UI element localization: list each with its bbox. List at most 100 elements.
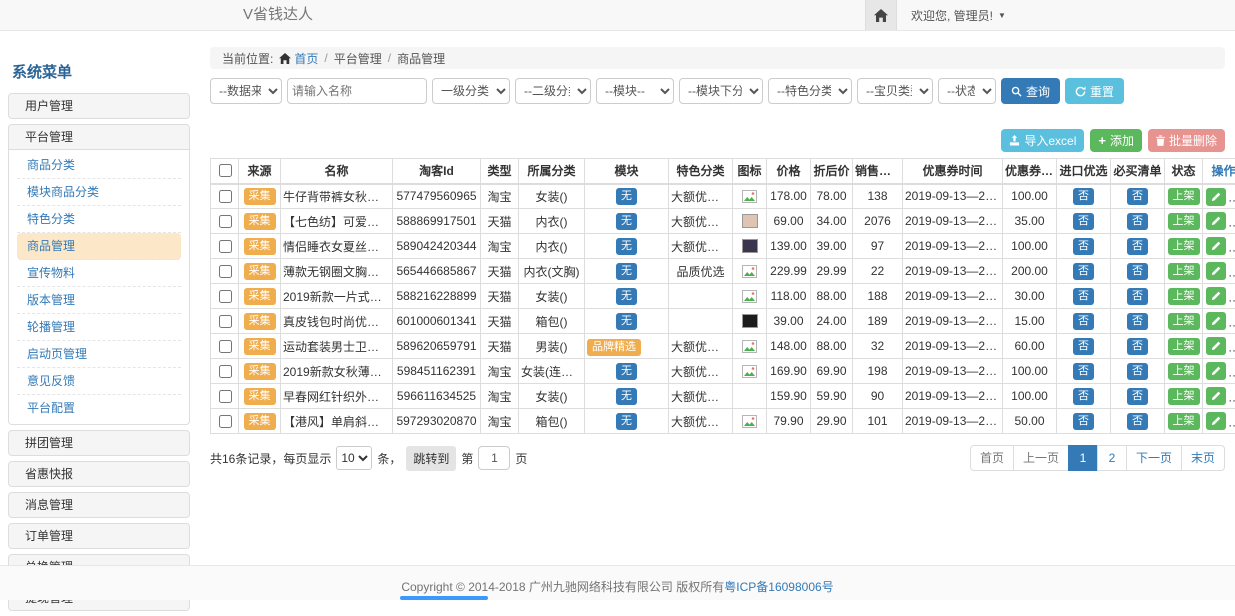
page-number-input[interactable]	[478, 446, 510, 470]
edit-button[interactable]	[1206, 287, 1226, 305]
level1-category-select[interactable]: 一级分类	[432, 78, 510, 104]
select-all-checkbox[interactable]	[219, 164, 232, 177]
sidebar-subitem[interactable]: 平台配置	[17, 395, 181, 422]
module-subcategory-select[interactable]: --模块下分类--	[679, 78, 763, 104]
sidebar-subitem-active[interactable]: 商品管理	[17, 233, 181, 260]
import-select-badge[interactable]: 否	[1073, 313, 1094, 330]
status-select[interactable]: --状态--	[938, 78, 996, 104]
must-buy-badge[interactable]: 否	[1127, 338, 1148, 355]
status-badge[interactable]: 上架	[1168, 263, 1200, 280]
sidebar-subitem[interactable]: 启动页管理	[17, 341, 181, 368]
row-checkbox[interactable]	[219, 290, 232, 303]
level2-category-select[interactable]: --二级分类--	[515, 78, 591, 104]
status-badge[interactable]: 上架	[1168, 363, 1200, 380]
sidebar-group-header[interactable]: 订单管理	[8, 523, 190, 549]
reset-button[interactable]: 重置	[1065, 78, 1124, 104]
sidebar-subitem[interactable]: 模块商品分类	[17, 179, 181, 206]
sidebar-group-header[interactable]: 消息管理	[8, 492, 190, 518]
edit-button[interactable]	[1206, 212, 1226, 230]
feature-category	[669, 284, 733, 309]
edit-button[interactable]	[1206, 387, 1226, 405]
sidebar-subitem[interactable]: 意见反馈	[17, 368, 181, 395]
edit-button[interactable]	[1206, 337, 1226, 355]
sidebar-subitem[interactable]: 特色分类	[17, 206, 181, 233]
edit-button[interactable]	[1206, 362, 1226, 380]
status-badge[interactable]: 上架	[1168, 388, 1200, 405]
import-excel-button[interactable]: 导入excel	[1001, 129, 1084, 152]
breadcrumb-home-link[interactable]: 首页	[279, 50, 318, 67]
must-buy-badge[interactable]: 否	[1127, 313, 1148, 330]
sidebar-group-header[interactable]: 省惠快报	[8, 461, 190, 487]
import-select-badge[interactable]: 否	[1073, 238, 1094, 255]
status-badge[interactable]: 上架	[1168, 213, 1200, 230]
edit-button[interactable]	[1206, 188, 1226, 206]
edit-button[interactable]	[1206, 312, 1226, 330]
status-badge[interactable]: 上架	[1168, 338, 1200, 355]
status-badge[interactable]: 上架	[1168, 238, 1200, 255]
icp-link[interactable]: 粤ICP备16098006号	[724, 580, 833, 594]
edit-button[interactable]	[1206, 412, 1226, 430]
search-button[interactable]: 查询	[1001, 78, 1060, 104]
add-button[interactable]: + 添加	[1090, 129, 1142, 152]
import-select-badge[interactable]: 否	[1073, 388, 1094, 405]
row-checkbox[interactable]	[219, 190, 232, 203]
must-buy-badge[interactable]: 否	[1127, 413, 1148, 430]
status-badge[interactable]: 上架	[1168, 188, 1200, 205]
sidebar-group-header[interactable]: 拼团管理	[8, 430, 190, 456]
edit-button[interactable]	[1206, 262, 1226, 280]
source-filter-select[interactable]: --数据来源--	[210, 78, 282, 104]
import-select-badge[interactable]: 否	[1073, 413, 1094, 430]
page-button[interactable]: 2	[1097, 445, 1127, 471]
row-checkbox[interactable]	[219, 390, 232, 403]
must-buy-badge[interactable]: 否	[1127, 263, 1148, 280]
sidebar-subitem[interactable]: 版本管理	[17, 287, 181, 314]
status-badge[interactable]: 上架	[1168, 288, 1200, 305]
page-current[interactable]: 1	[1068, 445, 1098, 471]
sidebar-subitem[interactable]: 宣传物料	[17, 260, 181, 287]
import-select-badge[interactable]: 否	[1073, 363, 1094, 380]
must-buy-badge[interactable]: 否	[1127, 238, 1148, 255]
status-badge[interactable]: 上架	[1168, 413, 1200, 430]
edit-button[interactable]	[1206, 237, 1226, 255]
module-select[interactable]: --模块--	[596, 78, 674, 104]
status-badge[interactable]: 上架	[1168, 313, 1200, 330]
must-buy-badge[interactable]: 否	[1127, 363, 1148, 380]
sales-count: 2076	[853, 209, 903, 234]
page-button[interactable]: 末页	[1181, 445, 1225, 471]
feature-category-select[interactable]: --特色分类--	[768, 78, 852, 104]
import-select-badge[interactable]: 否	[1073, 188, 1094, 205]
row-checkbox[interactable]	[219, 340, 232, 353]
name-search-input[interactable]	[287, 78, 427, 104]
user-menu[interactable]: 欢迎您, 管理员! ▼	[911, 7, 1006, 24]
row-checkbox[interactable]	[219, 240, 232, 253]
must-buy-badge[interactable]: 否	[1127, 188, 1148, 205]
page-button[interactable]: 首页	[970, 445, 1014, 471]
sidebar-group-header[interactable]: 平台管理	[8, 124, 190, 150]
sidebar-subitem[interactable]: 商品分类	[17, 152, 181, 179]
home-button[interactable]	[865, 0, 897, 30]
page-button[interactable]: 上一页	[1013, 445, 1069, 471]
import-select-badge[interactable]: 否	[1073, 213, 1094, 230]
per-page-select[interactable]: 10	[336, 446, 372, 470]
must-buy-badge[interactable]: 否	[1127, 288, 1148, 305]
row-checkbox[interactable]	[219, 315, 232, 328]
row-checkbox[interactable]	[219, 215, 232, 228]
row-checkbox[interactable]	[219, 265, 232, 278]
must-buy-badge[interactable]: 否	[1127, 388, 1148, 405]
page-button[interactable]: 下一页	[1126, 445, 1182, 471]
row-checkbox[interactable]	[219, 415, 232, 428]
batch-delete-button[interactable]: 批量删除	[1148, 129, 1225, 152]
sidebar-group-header[interactable]: 用户管理	[8, 93, 190, 119]
row-checkbox[interactable]	[219, 365, 232, 378]
horizontal-scrollbar-thumb[interactable]	[400, 596, 488, 600]
must-buy-badge[interactable]: 否	[1127, 213, 1148, 230]
coupon-amount: 100.00	[1003, 184, 1057, 209]
import-select-badge[interactable]: 否	[1073, 288, 1094, 305]
product-thumbnail	[742, 239, 758, 253]
jump-button[interactable]: 跳转到	[406, 446, 456, 471]
import-select-badge[interactable]: 否	[1073, 263, 1094, 280]
import-select-badge[interactable]: 否	[1073, 338, 1094, 355]
breadcrumb-item[interactable]: 平台管理	[334, 50, 382, 67]
item-type-select[interactable]: --宝贝类型--	[857, 78, 933, 104]
sidebar-subitem[interactable]: 轮播管理	[17, 314, 181, 341]
